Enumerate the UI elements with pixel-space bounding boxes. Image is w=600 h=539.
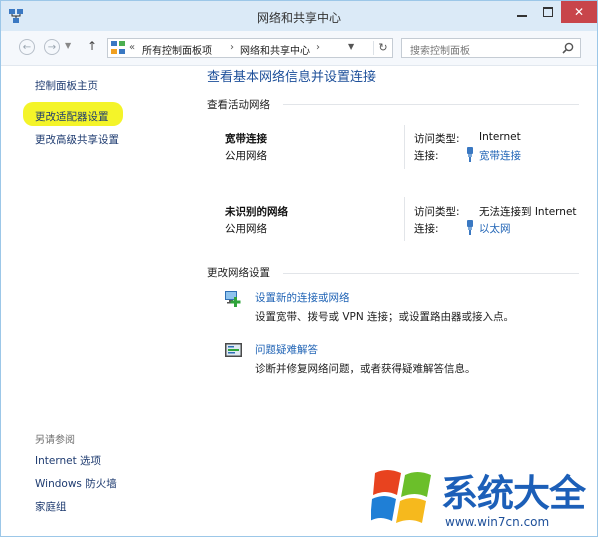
section-divider (283, 273, 579, 274)
connections-label: 连接: (414, 223, 439, 235)
ethernet-icon (467, 220, 473, 235)
breadcrumb-all-control-panel[interactable]: 所有控制面板项 (142, 42, 212, 57)
maximize-button[interactable] (535, 1, 561, 23)
close-button[interactable]: ✕ (561, 1, 597, 23)
troubleshoot-problems-link[interactable]: 问题疑难解答 (255, 342, 318, 357)
network-divider (404, 125, 405, 169)
search-icon[interactable] (562, 42, 574, 54)
arrow-right-icon: → (47, 41, 57, 53)
close-icon: ✕ (573, 5, 585, 19)
access-type-value: Internet (479, 131, 521, 143)
change-settings-heading: 更改网络设置 (207, 267, 270, 279)
back-button[interactable]: ← (19, 39, 35, 55)
breadcrumb-network-sharing[interactable]: 网络和共享中心 (240, 42, 310, 57)
setup-new-connection-desc: 设置宽带、拨号或 VPN 连接；或设置路由器或接入点。 (255, 311, 515, 323)
network-name: 未识别的网络 (225, 206, 288, 218)
setup-new-connection-link[interactable]: 设置新的连接或网络 (255, 290, 350, 305)
title-bar: 网络和共享中心 ✕ (1, 1, 597, 31)
access-type-label: 访问类型: (414, 133, 460, 145)
watermark: 系统大全 www.win7cn.com (371, 459, 593, 535)
window-title: 网络和共享中心 (256, 11, 341, 25)
recent-locations-button[interactable]: ▼ (65, 41, 71, 50)
windows-logo-icon (371, 470, 431, 523)
watermark-title: 系统大全 (441, 472, 586, 515)
access-type-value: 无法连接到 Internet (479, 206, 577, 218)
see-also-heading: 另请参阅 (35, 435, 75, 446)
broadband-connection-icon (467, 147, 473, 162)
network-category: 公用网络 (225, 223, 267, 235)
arrow-up-icon: ↑ (87, 39, 98, 53)
page-title: 查看基本网络信息并设置连接 (207, 70, 377, 85)
chevron-down-icon: ▼ (65, 41, 72, 50)
ethernet-link[interactable]: 以太网 (479, 221, 511, 236)
chevron-down-icon: ▼ (348, 42, 355, 51)
watermark-url: www.win7cn.com (445, 515, 550, 529)
sidebar-item-change-advanced-sharing[interactable]: 更改高级共享设置 (35, 132, 119, 147)
troubleshoot-icon (225, 343, 242, 357)
network-name: 宽带连接 (225, 133, 267, 145)
sidebar-item-homegroup[interactable]: 家庭组 (35, 499, 67, 514)
search-placeholder: 搜索控制面板 (410, 46, 470, 57)
breadcrumb-overflow[interactable]: « (129, 42, 135, 53)
sidebar-item-windows-firewall[interactable]: Windows 防火墙 (35, 476, 117, 491)
address-bar[interactable]: « 所有控制面板项 › 网络和共享中心 › ▼ ↻ (107, 38, 393, 58)
connections-label: 连接: (414, 150, 439, 162)
minimize-button[interactable] (509, 1, 535, 23)
refresh-button[interactable]: ↻ (373, 41, 392, 55)
address-dropdown-button[interactable]: ▼ (348, 42, 354, 51)
broadband-connection-link[interactable]: 宽带连接 (479, 148, 521, 163)
window: 网络和共享中心 ✕ ← → ▼ ↑ « 所有控制面板项 › 网络和共享中心 › … (0, 0, 598, 537)
new-connection-icon (225, 291, 241, 307)
network-divider (404, 197, 405, 241)
navigation-bar: ← → ▼ ↑ « 所有控制面板项 › 网络和共享中心 › ▼ ↻ 搜索控制面板 (1, 31, 597, 66)
active-networks-heading: 查看活动网络 (207, 99, 270, 111)
breadcrumb-separator[interactable]: › (316, 42, 320, 53)
troubleshoot-problems-desc: 诊断并修复网络问题，或者获得疑难解答信息。 (255, 363, 476, 375)
search-input[interactable]: 搜索控制面板 (401, 38, 581, 58)
section-divider (283, 104, 579, 105)
sidebar-item-control-panel-home[interactable]: 控制面板主页 (35, 78, 98, 93)
control-panel-icon (111, 41, 125, 54)
forward-button[interactable]: → (44, 39, 60, 55)
network-category: 公用网络 (225, 150, 267, 162)
sidebar-item-change-adapter-settings[interactable]: 更改适配器设置 (35, 109, 109, 124)
up-button[interactable]: ↑ (87, 39, 97, 53)
maximize-icon (543, 7, 553, 17)
sidebar-item-internet-options[interactable]: Internet 选项 (35, 453, 101, 468)
arrow-left-icon: ← (22, 41, 32, 53)
breadcrumb-separator[interactable]: › (230, 42, 234, 53)
minimize-icon (517, 15, 527, 17)
access-type-label: 访问类型: (414, 206, 460, 218)
